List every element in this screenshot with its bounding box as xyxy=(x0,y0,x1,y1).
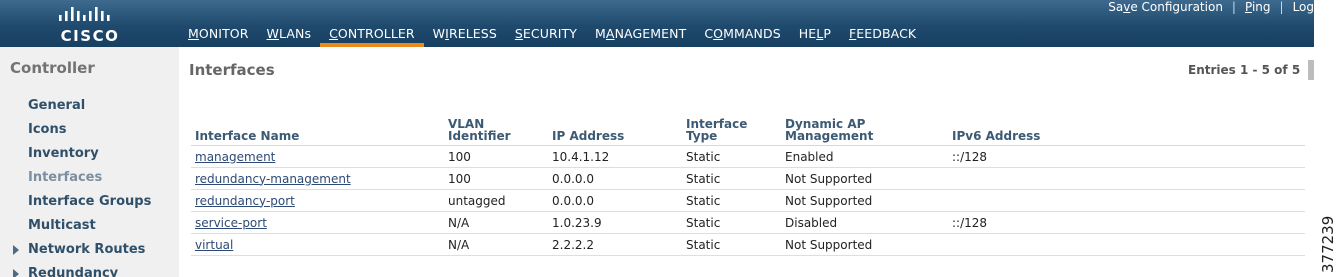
dynamic-ap-cell: Not Supported xyxy=(781,233,948,256)
interface-name-cell: management xyxy=(191,145,444,168)
table-row: redundancy-management 100 0.0.0.0 Static… xyxy=(191,167,1305,190)
sidebar-title: Controller xyxy=(10,59,95,77)
table-header-row: Interface Name VLAN Identifier IP Address… xyxy=(191,118,1305,146)
ipv6-cell xyxy=(948,233,1305,256)
ipv6-cell: ::/128 xyxy=(948,211,1305,234)
interface-name-cell: redundancy-management xyxy=(191,167,444,190)
page-title: Interfaces xyxy=(189,61,275,79)
interfaces-table: Interface Name VLAN Identifier IP Address… xyxy=(191,118,1305,256)
table-row: management 100 10.4.1.12 Static Enabled … xyxy=(191,145,1305,168)
table-row: service-port N/A 1.0.23.9 Static Disable… xyxy=(191,211,1305,234)
menu-monitor[interactable]: MONITOR xyxy=(179,26,258,47)
logout-link[interactable]: Log xyxy=(1293,0,1314,14)
vlan-cell: N/A xyxy=(444,211,548,234)
logo-text: CISCO xyxy=(60,27,120,45)
menu-controller[interactable]: CONTROLLER xyxy=(320,26,424,47)
dynamic-ap-cell: Enabled xyxy=(781,145,948,168)
sidebar-item-redundancy[interactable]: Redundancy xyxy=(28,266,118,277)
ip-cell: 0.0.0.0 xyxy=(548,189,682,212)
ping-link[interactable]: Ping xyxy=(1245,0,1271,14)
sidebar-item-multicast[interactable]: Multicast xyxy=(28,218,96,233)
figure-id-text: 377239 xyxy=(1319,215,1337,273)
menu-wireless[interactable]: WIRELESS xyxy=(424,26,506,47)
interface-link[interactable]: redundancy-management xyxy=(195,172,351,186)
vlan-cell: untagged xyxy=(444,189,548,212)
col-interface-name: Interface Name xyxy=(191,118,444,146)
interface-link[interactable]: service-port xyxy=(195,216,267,230)
col-ipv6-address: IPv6 Address xyxy=(948,118,1305,146)
dynamic-ap-cell: Not Supported xyxy=(781,167,948,190)
sidebar-item-icons[interactable]: Icons xyxy=(28,122,66,137)
vlan-cell: 100 xyxy=(444,167,548,190)
sidebar-item-general[interactable]: General xyxy=(28,98,85,113)
ip-cell: 0.0.0.0 xyxy=(548,167,682,190)
figure-id: 377239 xyxy=(1318,215,1338,274)
scrollbar[interactable] xyxy=(1308,60,1314,80)
sidebar-item-network-routes[interactable]: Network Routes xyxy=(28,242,145,257)
interface-name-cell: service-port xyxy=(191,211,444,234)
type-cell: Static xyxy=(682,167,781,190)
vlan-cell: 100 xyxy=(444,145,548,168)
interface-link[interactable]: redundancy-port xyxy=(195,194,295,208)
utility-links: Save Configuration | Ping | Log xyxy=(1108,0,1314,14)
menu-commands[interactable]: COMMANDS xyxy=(695,26,789,47)
menu-wlans[interactable]: WLANs xyxy=(258,26,321,47)
ip-cell: 2.2.2.2 xyxy=(548,233,682,256)
divider: | xyxy=(1279,0,1284,14)
top-header: CISCO Save Configuration | Ping | Log MO… xyxy=(0,0,1314,47)
sidebar-item-interfaces[interactable]: Interfaces xyxy=(28,170,102,185)
menu-management[interactable]: MANAGEMENT xyxy=(586,26,695,47)
type-cell: Static xyxy=(682,145,781,168)
vlan-cell: N/A xyxy=(444,233,548,256)
dynamic-ap-cell: Not Supported xyxy=(781,189,948,212)
ip-cell: 10.4.1.12 xyxy=(548,145,682,168)
interface-name-cell: virtual xyxy=(191,233,444,256)
ipv6-cell xyxy=(948,167,1305,190)
entries-count: Entries 1 - 5 of 5 xyxy=(1188,63,1301,77)
type-cell: Static xyxy=(682,233,781,256)
dynamic-ap-cell: Disabled xyxy=(781,211,948,234)
save-configuration-link[interactable]: Save Configuration xyxy=(1108,0,1223,14)
sidebar-item-inventory[interactable]: Inventory xyxy=(28,146,99,161)
table-row: virtual N/A 2.2.2.2 Static Not Supported xyxy=(191,233,1305,256)
cisco-bridge-icon xyxy=(59,7,110,21)
divider: | xyxy=(1231,0,1236,14)
interface-name-cell: redundancy-port xyxy=(191,189,444,212)
sidebar: Controller General Icons Inventory Inter… xyxy=(0,47,179,277)
menu-help[interactable]: HELP xyxy=(790,26,840,47)
main-menu: MONITOR WLANs CONTROLLER WIRELESS SECURI… xyxy=(179,26,925,47)
type-cell: Static xyxy=(682,189,781,212)
expand-arrow-icon[interactable] xyxy=(13,269,19,277)
expand-arrow-icon[interactable] xyxy=(13,245,19,255)
ip-cell: 1.0.23.9 xyxy=(548,211,682,234)
col-interface-type: Interface Type xyxy=(682,118,781,146)
type-cell: Static xyxy=(682,211,781,234)
ipv6-cell: ::/128 xyxy=(948,145,1305,168)
cisco-logo: CISCO xyxy=(50,3,130,45)
col-vlan-identifier: VLAN Identifier xyxy=(444,118,548,146)
col-ip-address: IP Address xyxy=(548,118,682,146)
table-row: redundancy-port untagged 0.0.0.0 Static … xyxy=(191,189,1305,212)
sidebar-item-interface-groups[interactable]: Interface Groups xyxy=(28,194,151,209)
menu-security[interactable]: SECURITY xyxy=(506,26,586,47)
menu-feedback[interactable]: FEEDBACK xyxy=(840,26,925,47)
interface-link[interactable]: management xyxy=(195,150,275,164)
col-dynamic-ap-management: Dynamic AP Management xyxy=(781,118,948,146)
ipv6-cell xyxy=(948,189,1305,212)
interface-link[interactable]: virtual xyxy=(195,238,233,252)
